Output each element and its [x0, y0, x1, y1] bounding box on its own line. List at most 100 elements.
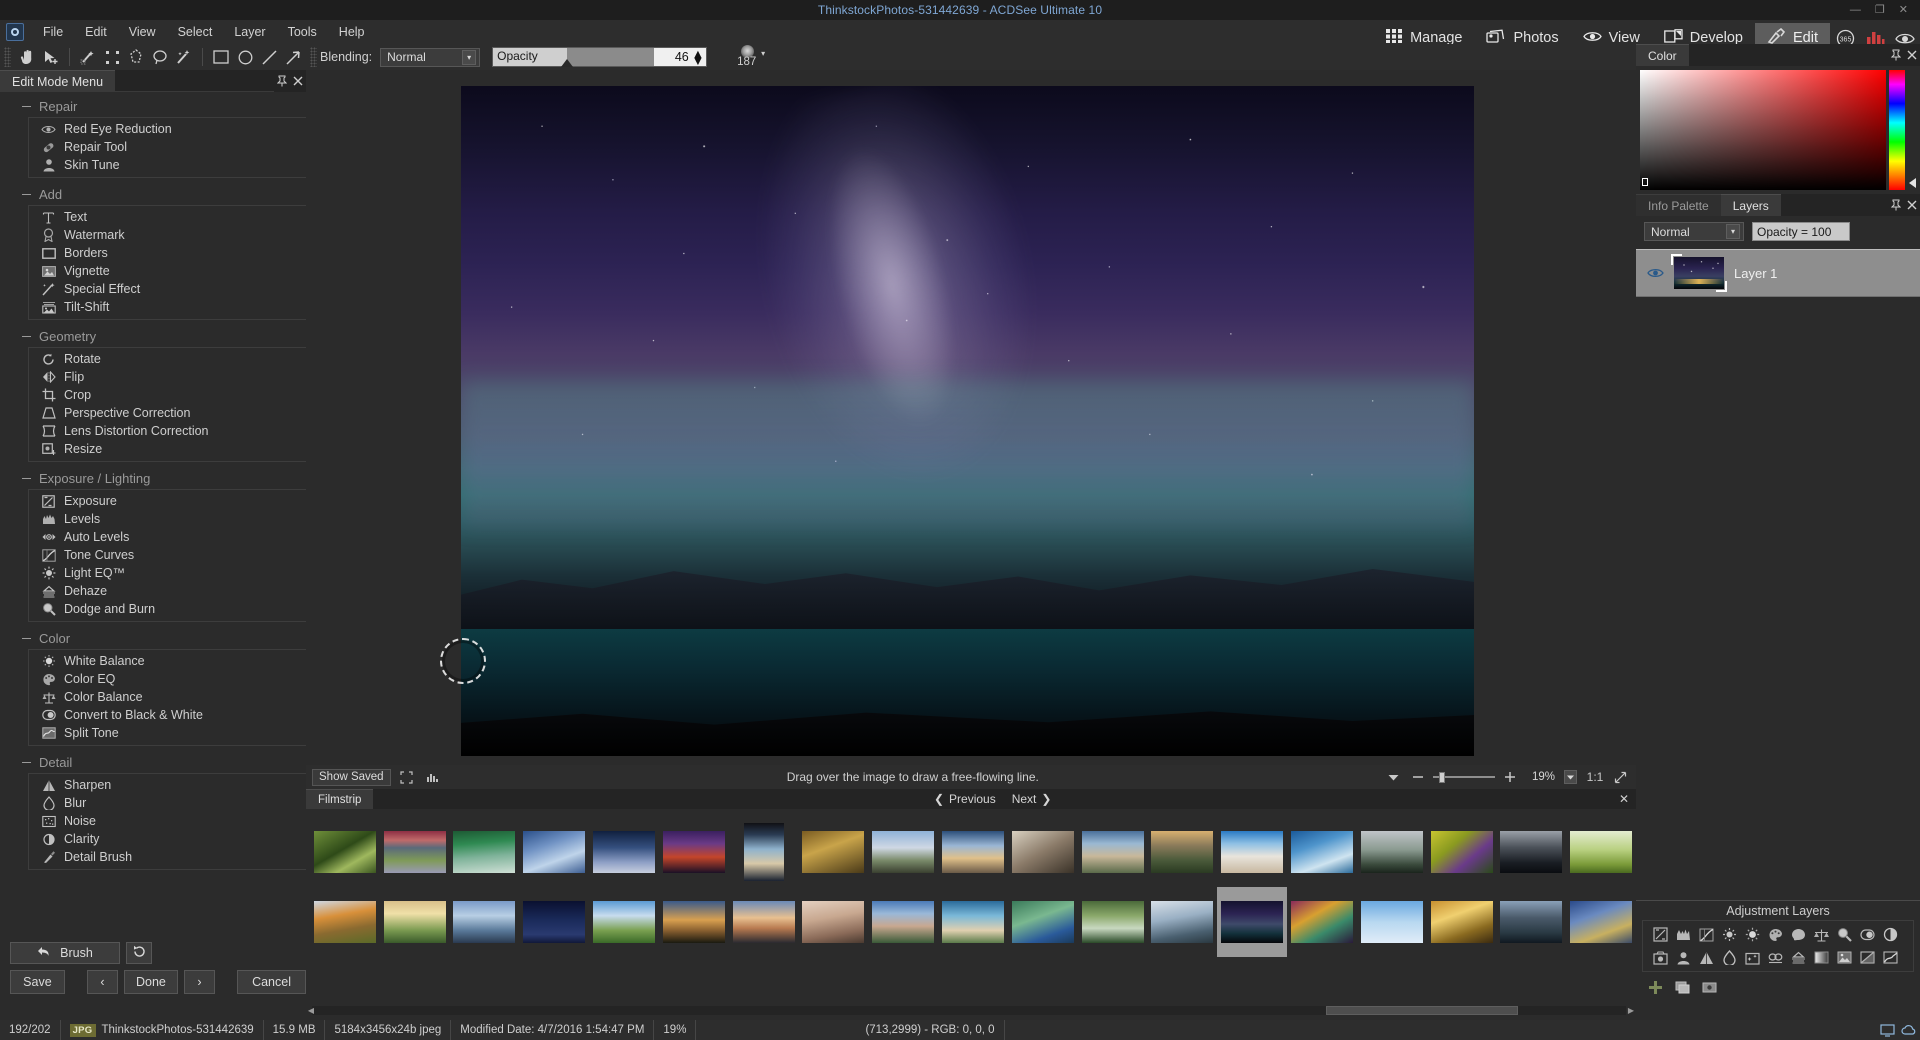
filmstrip-thumbnail-green-wheat-field[interactable] — [1566, 817, 1636, 887]
tool-repair-tool[interactable]: Repair Tool — [29, 138, 306, 156]
tool-text[interactable]: Text — [29, 208, 306, 226]
pin-icon[interactable] — [1888, 194, 1904, 216]
show-saved-button[interactable]: Show Saved — [312, 769, 391, 786]
zoom-out-icon[interactable] — [1408, 768, 1428, 786]
filmstrip-thumbnail-waterfall-forest[interactable] — [1078, 887, 1148, 957]
color-eq-icon[interactable] — [1764, 924, 1787, 945]
tool-dehaze[interactable]: Dehaze — [29, 582, 306, 600]
filmstrip-thumbnail-autumn-tree[interactable] — [310, 887, 380, 957]
tool-vignette[interactable]: Vignette — [29, 262, 306, 280]
filmstrip-thumbnail-runner-on-road[interactable] — [868, 817, 938, 887]
collapse-icon[interactable] — [22, 762, 31, 764]
blending-mode-select[interactable]: Normal ▾ — [380, 48, 480, 67]
tool-exposure[interactable]: Exposure — [29, 492, 306, 510]
menu-item-layer[interactable]: Layer — [223, 22, 276, 42]
collapse-icon[interactable] — [22, 638, 31, 640]
blur-drop-icon[interactable] — [1718, 947, 1741, 968]
layer-row[interactable]: Layer 1 — [1636, 249, 1920, 297]
filmstrip-thumbnail-hiker-snow-ridge[interactable] — [450, 887, 520, 957]
tool-white-balance[interactable]: White Balance — [29, 652, 306, 670]
close-button[interactable]: ✕ — [1899, 5, 1908, 16]
previous-image-button[interactable]: ‹ — [87, 970, 117, 994]
filmstrip-thumbnail-night-sky-blue-haze[interactable] — [589, 817, 659, 887]
dehaze-icon[interactable] — [1764, 947, 1787, 968]
scroll-left-icon[interactable]: ◀ — [306, 1006, 316, 1015]
magic-select-icon[interactable] — [173, 46, 195, 68]
tool-red-eye-reduction[interactable]: Red Eye Reduction — [29, 120, 306, 138]
histogram-icon[interactable] — [423, 768, 443, 786]
saturation-value-field[interactable] — [1640, 70, 1886, 190]
marquee-select-icon[interactable] — [101, 46, 123, 68]
opacity-thumb[interactable] — [561, 59, 573, 67]
menu-item-file[interactable]: File — [32, 22, 74, 42]
toolbar-grip[interactable] — [4, 47, 11, 67]
group-header-add[interactable]: Add — [0, 184, 306, 205]
done-button[interactable]: Done — [124, 970, 179, 994]
tool-crop[interactable]: Crop — [29, 386, 306, 404]
collapse-icon[interactable] — [22, 106, 31, 108]
color-palette-icon[interactable] — [1787, 924, 1810, 945]
opacity-slider[interactable]: Opacity 46 ▲▼ — [492, 47, 707, 67]
tool-flip[interactable]: Flip — [29, 368, 306, 386]
menu-item-tools[interactable]: Tools — [277, 22, 328, 42]
special-effect-icon[interactable] — [1741, 947, 1764, 968]
tool-light-eq[interactable]: Light EQ™ — [29, 564, 306, 582]
brush-button[interactable]: Brush — [10, 942, 120, 964]
layer-name[interactable]: Layer 1 — [1734, 266, 1777, 281]
contrast-icon[interactable] — [1879, 924, 1902, 945]
lasso-icon[interactable] — [149, 46, 171, 68]
filmstrip-thumbnail-misty-forest[interactable] — [1357, 817, 1427, 887]
collapse-icon[interactable] — [22, 194, 31, 196]
exposure-icon[interactable] — [1649, 924, 1672, 945]
filmstrip-thumbnail-green-hills-clouds[interactable] — [589, 887, 659, 957]
tab-layers[interactable]: Layers — [1721, 194, 1781, 216]
portrait-icon[interactable] — [1672, 947, 1695, 968]
filmstrip-thumbnail-coastal-town[interactable] — [1078, 817, 1148, 887]
brush-caret-down-icon[interactable]: ▾ — [761, 49, 765, 58]
vignette-icon[interactable] — [1833, 947, 1856, 968]
filmstrip-thumbnail-ice-cave-climber[interactable] — [1148, 887, 1218, 957]
save-button[interactable]: Save — [10, 970, 65, 994]
zoom-in-icon[interactable] — [1500, 768, 1520, 786]
image-canvas-area[interactable] — [306, 70, 1636, 765]
group-header-exposure[interactable]: Exposure / Lighting — [0, 468, 306, 489]
filmstrip-thumbnail-sunrise-meadow[interactable] — [380, 887, 450, 957]
tool-color-balance[interactable]: Color Balance — [29, 688, 306, 706]
filmstrip-thumbnail-aerial-blue-landscape[interactable] — [1566, 887, 1636, 957]
layer-opacity-field[interactable]: Opacity = 100 — [1752, 222, 1850, 241]
dehaze-sun-icon[interactable] — [1787, 947, 1810, 968]
tool-convert-to-black-white[interactable]: Convert to Black & White — [29, 706, 306, 724]
pan-hand-icon[interactable] — [16, 46, 38, 68]
filmstrip-tab[interactable]: Filmstrip — [306, 789, 373, 809]
split-tone-icon[interactable] — [1879, 947, 1902, 968]
tool-dodge-and-burn[interactable]: Dodge and Burn — [29, 600, 306, 618]
group-header-detail[interactable]: Detail — [0, 752, 306, 773]
filmstrip-thumbnail-beach-sunset[interactable] — [938, 817, 1008, 887]
group-header-geometry[interactable]: Geometry — [0, 326, 306, 347]
maximize-button[interactable]: ❐ — [1875, 5, 1885, 16]
chevron-down-icon[interactable]: ▾ — [1726, 224, 1740, 239]
filmstrip-thumbnail-golden-forest-sun[interactable] — [1427, 887, 1497, 957]
opacity-value-field[interactable]: 46 ▲▼ — [654, 48, 706, 66]
filmstrip-thumbnail-colorful-lanterns[interactable] — [1287, 887, 1357, 957]
actual-size-button[interactable]: 1:1 — [1585, 768, 1605, 786]
app-logo-icon[interactable] — [6, 23, 24, 41]
tool-levels[interactable]: Levels — [29, 510, 306, 528]
edited-photo[interactable] — [461, 86, 1474, 756]
filmstrip-thumbnail-rocky-coast-storm[interactable] — [1497, 887, 1567, 957]
filmstrip-thumbnail-milky-way-lake[interactable] — [1217, 887, 1287, 957]
minimize-button[interactable]: — — [1850, 5, 1861, 16]
line-shape-icon[interactable] — [258, 46, 280, 68]
layer-visibility-eye-icon[interactable] — [1646, 267, 1664, 279]
gradient-icon[interactable] — [1810, 947, 1833, 968]
pin-icon[interactable] — [274, 70, 290, 92]
zoom-slider-knob[interactable] — [1439, 772, 1445, 783]
tool-rotate[interactable]: Rotate — [29, 350, 306, 368]
scroll-right-icon[interactable]: ▶ — [1626, 1006, 1636, 1015]
cancel-button[interactable]: Cancel — [237, 970, 306, 994]
tool-perspective-correction[interactable]: Perspective Correction — [29, 404, 306, 422]
color-picker-cursor[interactable] — [1642, 178, 1648, 186]
close-icon[interactable]: ✕ — [1612, 792, 1636, 806]
filmstrip-thumbnail-seaside-beach-aerial[interactable] — [938, 887, 1008, 957]
editbar-grip[interactable] — [310, 47, 317, 67]
